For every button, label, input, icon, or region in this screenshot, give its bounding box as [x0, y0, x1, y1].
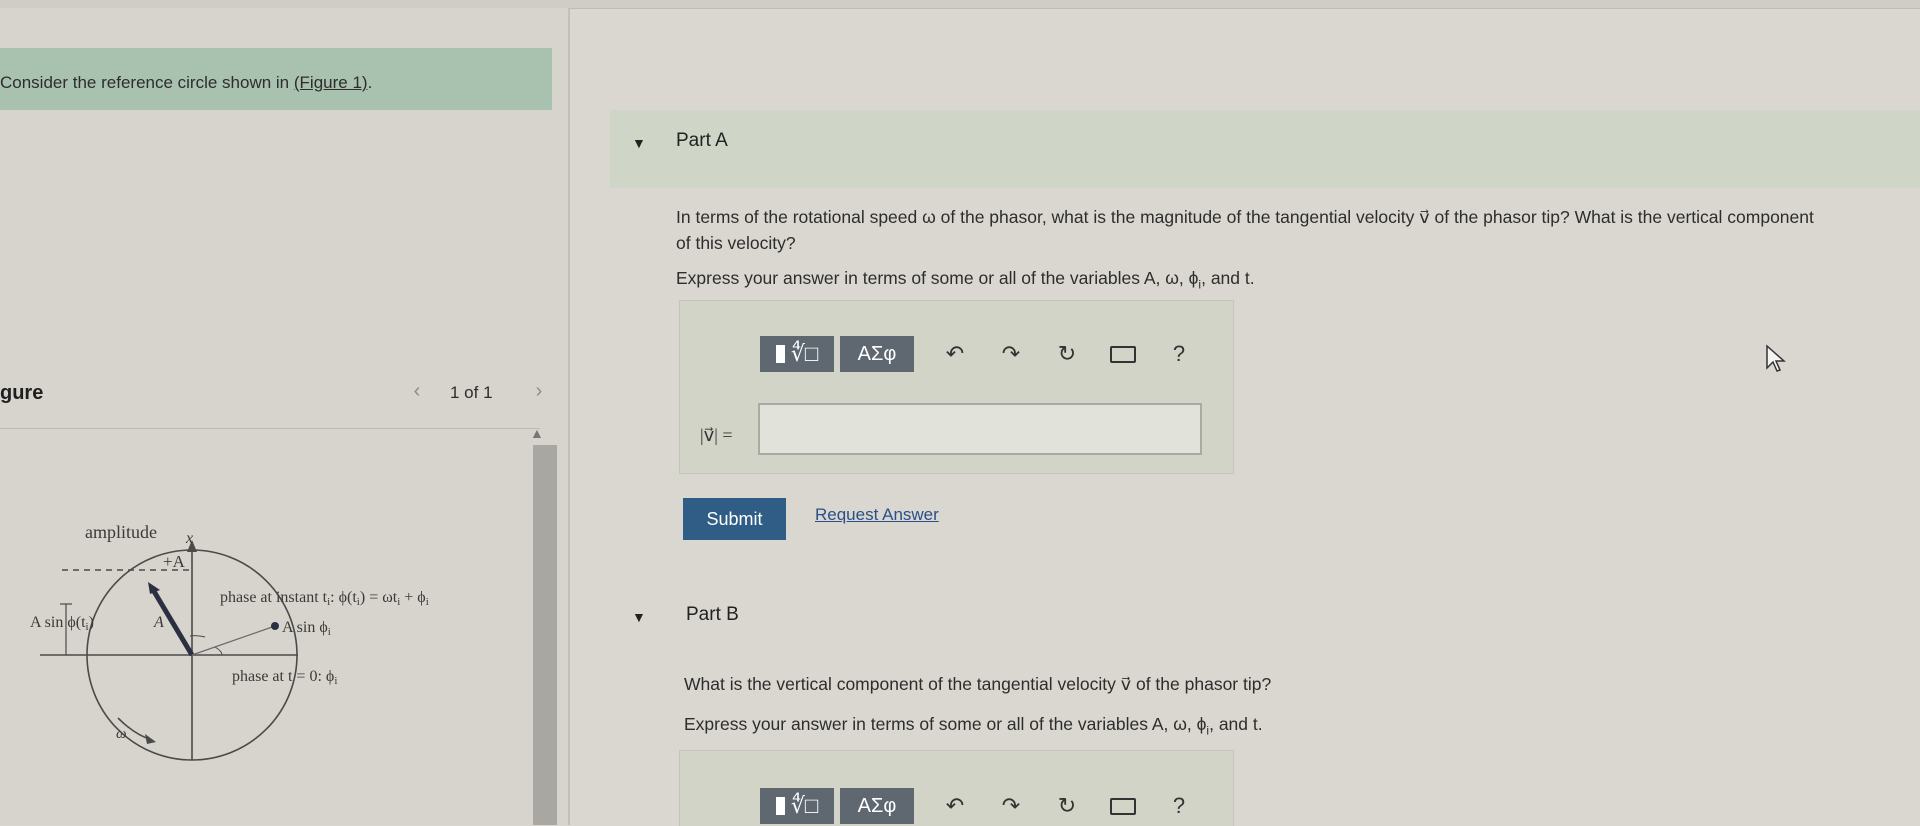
intro-text: Consider the reference circle shown in (… — [0, 73, 372, 93]
request-answer-link[interactable]: Request Answer — [815, 505, 939, 525]
answer-label: |v⃗| = — [700, 425, 733, 445]
part-b-question: What is the vertical component of the ta… — [684, 674, 1272, 694]
part-b-toolbar: ∜□ ΑΣφ ↶ ↷ ↻ ? — [760, 788, 1194, 824]
answer-input[interactable] — [758, 403, 1202, 455]
redo-icon[interactable]: ↷ — [996, 339, 1026, 369]
initial-phase-dot — [271, 622, 279, 630]
symbols-button[interactable]: ΑΣφ — [840, 336, 914, 372]
redo-icon[interactable]: ↷ — [996, 791, 1026, 821]
a-sin-phi-label: A sin ϕ(ti) — [30, 614, 94, 633]
phase-instant-label: phase at instant ti: ϕ(ti) = ωti + ϕi — [220, 589, 429, 608]
template-button[interactable]: ∜□ — [760, 788, 834, 824]
undo-icon[interactable]: ↶ — [940, 791, 970, 821]
reference-circle-figure: amplitude x +A A sin ϕ(ti) A phase at in… — [0, 510, 520, 825]
part-a-question: In terms of the rotational speed ω of th… — [676, 204, 1920, 256]
symbols-button[interactable]: ΑΣφ — [840, 788, 914, 824]
reset-icon[interactable]: ↻ — [1052, 339, 1082, 369]
figure-scrollbar[interactable] — [533, 445, 557, 825]
part-b-collapse-icon[interactable]: ▼ — [632, 609, 646, 625]
figure-separator — [0, 428, 540, 429]
chevron-right-icon[interactable]: › — [525, 380, 553, 406]
help-icon[interactable]: ? — [1164, 791, 1194, 821]
reset-icon[interactable]: ↻ — [1052, 791, 1082, 821]
part-b-instruction: Express your answer in terms of some or … — [684, 714, 1263, 738]
intro-suffix: . — [367, 73, 373, 92]
figure-link[interactable]: (Figure 1) — [294, 73, 368, 92]
panel-divider — [568, 8, 570, 825]
x-axis-label: x — [185, 530, 193, 547]
part-a-question-line1: In terms of the rotational speed ω of th… — [676, 207, 1814, 227]
initial-phase-line — [191, 625, 276, 656]
part-b-title: Part B — [686, 604, 739, 625]
a-sin-phi-i-label: A sin ϕi — [282, 619, 331, 638]
figure-counter: 1 of 1 — [450, 383, 493, 402]
mouse-cursor-icon — [1766, 344, 1786, 372]
amplitude-label: amplitude — [85, 522, 157, 542]
chevron-left-icon[interactable]: ‹ — [403, 380, 431, 406]
plus-a-label: +A — [163, 552, 186, 571]
a-label: A — [153, 614, 164, 631]
keyboard-icon[interactable] — [1108, 791, 1138, 821]
part-a-collapse-icon[interactable]: ▼ — [632, 135, 646, 151]
scroll-up-icon[interactable]: ▲ — [530, 425, 544, 441]
phasor-tip — [148, 582, 160, 594]
part-a-toolbar: ∜□ ΑΣφ ↶ ↷ ↻ ? — [760, 336, 1194, 372]
figure-title: gure — [0, 382, 44, 404]
help-icon[interactable]: ? — [1164, 339, 1194, 369]
submit-button[interactable]: Submit — [683, 498, 786, 540]
undo-icon[interactable]: ↶ — [940, 339, 970, 369]
intro-label: Consider the reference circle shown in — [0, 73, 294, 92]
part-a-question-line2: of this velocity? — [676, 233, 796, 253]
phase-zero-label: phase at t = 0: ϕi — [232, 668, 337, 687]
template-button[interactable]: ∜□ — [760, 336, 834, 372]
part-a-instruction: Express your answer in terms of some or … — [676, 268, 1255, 292]
keyboard-icon[interactable] — [1108, 339, 1138, 369]
omega-label: ω — [116, 726, 127, 742]
part-a-header[interactable] — [610, 110, 1920, 188]
part-a-title: Part A — [676, 130, 728, 151]
